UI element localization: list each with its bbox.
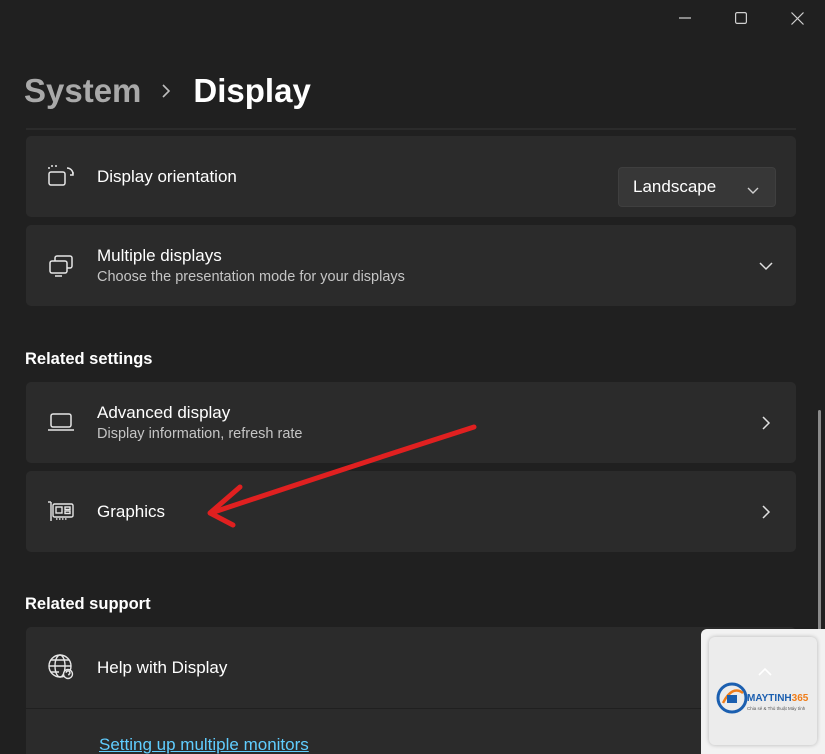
related-support-heading: Related support bbox=[25, 595, 151, 613]
multiple-displays-icon bbox=[46, 250, 76, 280]
multiple-displays-card[interactable]: Multiple displays Choose the presentatio… bbox=[26, 225, 796, 306]
brand-logo-icon bbox=[715, 681, 749, 720]
chevron-down-icon[interactable] bbox=[756, 256, 776, 276]
advanced-display-title: Advanced display bbox=[97, 403, 231, 422]
watermark-brand-accent: 365 bbox=[791, 693, 809, 704]
globe-icon bbox=[46, 652, 76, 682]
display-orientation-icon bbox=[46, 161, 76, 191]
chevron-right-icon bbox=[756, 413, 776, 433]
advanced-display-subtitle: Display information, refresh rate bbox=[97, 426, 303, 442]
scrollbar-thumb[interactable] bbox=[818, 410, 821, 646]
minimize-icon bbox=[679, 12, 691, 24]
laptop-icon bbox=[46, 407, 76, 437]
maximize-button[interactable] bbox=[713, 0, 769, 36]
previous-card-edge bbox=[26, 128, 796, 130]
multiple-displays-title: Multiple displays bbox=[97, 246, 222, 265]
breadcrumb-system[interactable]: System bbox=[24, 72, 141, 110]
minimize-button[interactable] bbox=[657, 0, 713, 36]
help-with-display-title: Help with Display bbox=[97, 658, 228, 677]
chevron-up-icon bbox=[758, 663, 772, 681]
graphics-card-icon bbox=[46, 496, 76, 526]
watermark-brand: MAYTINH365 bbox=[747, 693, 808, 704]
advanced-display-card[interactable]: Advanced display Display information, re… bbox=[26, 382, 796, 463]
close-button[interactable] bbox=[769, 0, 825, 36]
page-title: Display bbox=[193, 72, 311, 109]
graphics-title: Graphics bbox=[97, 502, 166, 521]
setting-up-multiple-monitors-link[interactable]: Setting up multiple monitors bbox=[99, 735, 309, 754]
watermark-brand-main: MAYTINH bbox=[747, 693, 792, 704]
watermark-overlay: MAYTINH365 Chia sẻ & Thủ thuật Máy tính bbox=[701, 629, 825, 754]
related-settings-heading: Related settings bbox=[25, 350, 153, 368]
display-orientation-title: Display orientation bbox=[97, 167, 237, 186]
chevron-right-icon bbox=[161, 84, 171, 98]
maximize-icon bbox=[735, 12, 747, 24]
chevron-down-icon bbox=[747, 180, 759, 200]
watermark-tagline: Chia sẻ & Thủ thuật Máy tính bbox=[747, 706, 806, 711]
multiple-displays-subtitle: Choose the presentation mode for your di… bbox=[97, 269, 405, 285]
graphics-card[interactable]: Graphics bbox=[26, 471, 796, 552]
dropdown-value: Landscape bbox=[633, 177, 717, 196]
breadcrumb: System Display bbox=[24, 68, 311, 114]
help-with-display-card[interactable]: Help with Display bbox=[26, 627, 796, 708]
watermark-badge: MAYTINH365 Chia sẻ & Thủ thuật Máy tính bbox=[709, 637, 817, 745]
display-orientation-dropdown[interactable]: Landscape bbox=[618, 167, 776, 207]
close-icon bbox=[790, 11, 804, 25]
chevron-right-icon bbox=[756, 502, 776, 522]
display-orientation-card: Display orientation Landscape bbox=[26, 136, 796, 217]
